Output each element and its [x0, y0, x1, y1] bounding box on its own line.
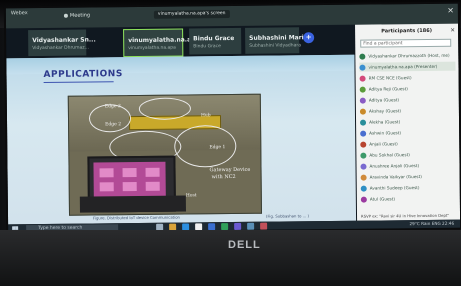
screen-share-label[interactable]: vinumyalatha.na.apa's screen [153, 10, 230, 19]
close-panel-icon[interactable]: × [450, 27, 455, 34]
photo-keyboard [79, 195, 186, 213]
participant-row[interactable]: Abu Sokhal (Guest) [360, 150, 456, 160]
video-tile[interactable]: Subhashini Mari... Subhashini Vidyadhara [245, 27, 311, 54]
hardware-photo: Edge 3 Edge 2 Edge 1 Hub Gateway Device … [67, 93, 263, 216]
participant-row-name: Atul (Guest) [369, 196, 396, 202]
participant-row-name: Aditya Reji (Guest) [368, 86, 408, 92]
avatar [360, 174, 367, 181]
record-icon [63, 13, 68, 18]
participant-row-name: Anjali (Guest) [369, 141, 398, 147]
video-tile[interactable]: Bindu Grace Bindu Grace [189, 27, 242, 55]
avatar [359, 97, 366, 104]
avatar [360, 130, 367, 137]
participant-row-name: Abu Sokhal (Guest) [369, 152, 410, 158]
participant-subname: vinumyalatha.na.apa [128, 45, 176, 52]
participant-row[interactable]: Ashwin (Guest) [360, 128, 456, 138]
participant-row[interactable]: RM CSE NCE (Guest) [359, 73, 456, 83]
participant-row-name: Ashwin (Guest) [369, 130, 402, 136]
participant-row[interactable]: Atul (Guest) [360, 194, 457, 204]
photo-wire [174, 124, 237, 168]
participants-panel: Participants (186) × Find a participant … [355, 23, 461, 221]
app-name: Webex [10, 10, 28, 17]
avatar [359, 86, 366, 93]
meeting-label: Meeting [69, 12, 91, 19]
participants-title: Participants (186) [381, 27, 433, 35]
avatar [360, 141, 367, 148]
avatar [360, 185, 367, 192]
label-host: Host [185, 193, 197, 199]
close-icon[interactable]: × [447, 6, 454, 15]
meeting-indicator: Meeting [63, 12, 91, 19]
avatar [359, 53, 366, 60]
avatar [359, 108, 366, 115]
participant-row-name: Akshay (Guest) [368, 108, 402, 114]
slide-title: APPLICATIONS [43, 69, 123, 80]
shared-slide: APPLICATIONS Edge 3 Edge 2 Edge 1 Hub Ga… [6, 54, 357, 225]
video-tile[interactable]: Vidyashankar Sn... Vidyashankar Dhrumaz.… [28, 29, 96, 57]
participant-list: Vidyashankar Dhrumazzoth (Host, me) vinum… [355, 24, 458, 203]
participant-row-name: Anushree Anjali (Guest) [369, 163, 420, 169]
slide-title-underline [43, 81, 114, 83]
label-edge3: Edge 3 [104, 104, 121, 110]
avatar [360, 119, 367, 126]
avatar [359, 64, 366, 71]
participant-name: Bindu Grace [193, 34, 235, 43]
photo-frame: Webex Meeting vinumyalatha.na.apa's scre… [0, 0, 461, 286]
participant-row[interactable]: Vidyashankar Dhrumazzoth (Host, me) [359, 51, 455, 61]
participant-row[interactable]: Avanthi Sudeep (Guest) [360, 183, 457, 193]
label-edge1: Edge 1 [209, 145, 226, 151]
participant-name: Subhashini Mari... [249, 34, 311, 42]
avatar [360, 163, 367, 170]
store-icon[interactable] [247, 222, 255, 230]
avatar [359, 75, 366, 82]
participant-subname: Subhashini Vidyadhara [249, 43, 302, 49]
participant-row-name: Aditya (Guest) [368, 97, 400, 103]
participant-row-name: Alekha (Guest) [369, 119, 401, 125]
participant-row-name: Vidyashankar Dhrumazzoth (Host, me) [368, 52, 450, 59]
system-tray[interactable]: 29°C Rain ENG 22:46 [409, 221, 454, 226]
label-hub: Hub [200, 113, 211, 119]
participant-row[interactable]: Alekha (Guest) [360, 117, 456, 127]
participant-row-name: Aravinda Vaikyar (Guest) [369, 174, 422, 180]
participant-row[interactable]: Aditya Reji (Guest) [359, 84, 456, 94]
participant-subname: Bindu Grace [193, 44, 221, 50]
participant-name: Vidyashankar Sn... [32, 36, 96, 45]
teams-icon[interactable] [234, 222, 242, 230]
slide-caption-right: (Fig. Subbashan to ... ) [266, 213, 309, 219]
participant-row[interactable]: vinumyalatha.na.apa (Presenter) [359, 61, 456, 72]
slide-caption: Figure. Distributed IoT device Communica… [93, 214, 180, 221]
video-tile-active[interactable]: vinumyalatha.na.apa... vinumyalatha.na.a… [123, 28, 206, 58]
app-icon[interactable] [260, 222, 268, 230]
add-participant-button[interactable]: + [303, 32, 315, 44]
label-gateway-nc2: with NC2 [211, 173, 236, 181]
laptop-screen: Webex Meeting vinumyalatha.na.apa's scre… [5, 3, 461, 233]
label-gateway: Gateway Device [209, 166, 251, 174]
participant-row[interactable]: Anushree Anjali (Guest) [360, 161, 456, 171]
photo-laptop-screen [93, 161, 166, 199]
participant-row[interactable]: Anjali (Guest) [360, 139, 456, 149]
participant-row[interactable]: Akshay (Guest) [359, 106, 456, 116]
participant-row-name: RM CSE NCE (Guest) [368, 75, 412, 81]
label-edge2: Edge 2 [105, 122, 122, 128]
participant-row-name: vinumyalatha.na.apa (Presenter) [368, 63, 438, 70]
participant-row[interactable]: Aditya (Guest) [359, 95, 456, 105]
participant-search-input[interactable]: Find a participant [360, 38, 452, 48]
participant-row-name: Avanthi Sudeep (Guest) [369, 185, 420, 191]
participant-row[interactable]: Aravinda Vaikyar (Guest) [360, 172, 457, 182]
avatar [360, 152, 367, 159]
brand-logo: DELL [228, 239, 261, 251]
participant-subname: Vidyashankar Dhrumaz... [32, 45, 89, 52]
chat-footer: RSVP ex: "Ravi sir 4U in Hive Innovation… [361, 212, 450, 219]
avatar [360, 196, 367, 203]
